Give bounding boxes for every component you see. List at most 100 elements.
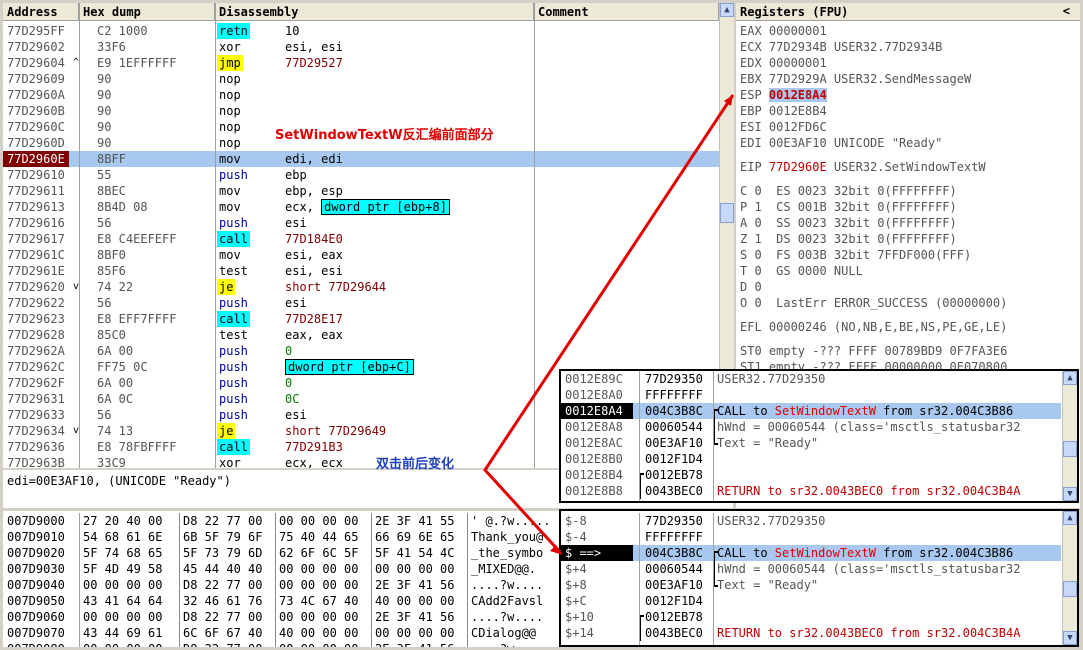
stack-comment: RETURN to sr32.0043BEC0 from sr32.004C3B…: [717, 484, 1021, 498]
stack-row[interactable]: $-8 77D29350 USER32.77D29350: [561, 513, 1061, 529]
memory-operand: dword ptr [ebp+8]: [321, 199, 450, 215]
register-line[interactable]: ESP 0012E8A4: [740, 87, 827, 103]
register-line[interactable]: EFL 00000246 (NO,NB,E,BE,NS,PE,GE,LE): [740, 319, 1007, 335]
dump-row[interactable]: 007D9050 43 41 64 64 32 46 61 76 73 4C 67 4…: [3, 593, 563, 609]
scroll-thumb[interactable]: [1063, 581, 1077, 597]
dump-row[interactable]: 007D9030 5F 4D 49 58 45 44 40 40 00 00 00 0…: [3, 561, 563, 577]
function-name[interactable]: SetWindowTextW: [775, 404, 876, 418]
dump-hex-group: 00 00 00 00: [83, 641, 162, 647]
stack-row[interactable]: $+4 00060544 hWnd = 00060544 (class='msctl…: [561, 561, 1061, 577]
register-line[interactable]: ECX 77D2934B USER32.77D2934B: [740, 39, 942, 55]
col-comment-header[interactable]: Comment: [534, 3, 719, 21]
register-line[interactable]: Z 1 DS 0023 32bit 0(FFFFFFFF): [740, 231, 957, 247]
disasm-row[interactable]: 77D2960B 90 nop: [3, 103, 719, 119]
col-hex-header[interactable]: Hex dump: [79, 3, 215, 21]
scroll-up-icon[interactable]: ▲: [1063, 371, 1077, 385]
disasm-row[interactable]: 77D29628 85C0 test eax, eax: [3, 327, 719, 343]
disasm-row[interactable]: 77D2960A 90 nop: [3, 87, 719, 103]
hex-cell: 56: [97, 408, 112, 422]
register-line[interactable]: C 0 ES 0023 32bit 0(FFFFFFFF): [740, 183, 957, 199]
dump-row[interactable]: 007D9020 5F 74 68 65 5F 73 79 6D 62 6F 6C 5…: [3, 545, 563, 561]
disasm-row[interactable]: 77D2961E 85F6 test esi, esi: [3, 263, 719, 279]
disasm-row[interactable]: 77D29610 55 push ebp: [3, 167, 719, 183]
dump-row[interactable]: 007D9010 54 68 61 6E 6B 5F 79 6F 75 40 44 6…: [3, 529, 563, 545]
dump-row[interactable]: 007D9060 00 00 00 00 D8 22 77 00 00 00 00 0…: [3, 609, 563, 625]
dump-row[interactable]: 007D9000 27 20 40 00 D8 22 77 00 00 00 00 0…: [3, 513, 563, 529]
disasm-row[interactable]: 77D2962A 6A 00 push 0: [3, 343, 719, 359]
disasm-row[interactable]: 77D29611 8BEC mov ebp, esp: [3, 183, 719, 199]
register-line[interactable]: EDI 00E3AF10 UNICODE "Ready": [740, 135, 942, 151]
register-line[interactable]: T 0 GS 0000 NULL: [740, 263, 863, 279]
disasm-row[interactable]: 77D29620 v 74 22 je short 77D29644: [3, 279, 719, 295]
scroll-down-icon[interactable]: ▼: [1063, 487, 1077, 501]
disasm-row[interactable]: 77D29623 E8 EFF7FFFF call 77D28E17: [3, 311, 719, 327]
dump-row[interactable]: 007D9080 00 00 00 00 D8 22 77 00 00 00 00 0…: [3, 641, 563, 647]
dump-row[interactable]: 007D9040 00 00 00 00 D8 22 77 00 00 00 00 0…: [3, 577, 563, 593]
stack-row[interactable]: $+14 0043BEC0 RETURN to sr32.0043BEC0 from…: [561, 625, 1061, 641]
scroll-thumb[interactable]: [720, 203, 734, 223]
operand: 77D184E0: [285, 232, 343, 246]
col-disasm-header[interactable]: Disassembly: [215, 3, 534, 21]
stack-row[interactable]: 0012E8B4 0012EB78: [561, 467, 1061, 485]
register-line[interactable]: EDX 00000001: [740, 55, 827, 71]
dump-hex-group: 43 41 64 64: [83, 594, 163, 608]
register-line[interactable]: EAX 00000001: [740, 23, 827, 39]
register-line[interactable]: EIP 77D2960E USER32.SetWindowTextW: [740, 159, 986, 175]
register-line[interactable]: S 0 FS 003B 32bit 7FFDF000(FFF): [740, 247, 971, 263]
stack-scrollbar[interactable]: ▲ ▼: [1062, 371, 1077, 501]
registers-title[interactable]: Registers (FPU): [736, 3, 1080, 21]
stack-pane-before[interactable]: 0012E89C 77D29350 USER32.77D29350 0012E8A0 F…: [559, 369, 1079, 503]
register-line[interactable]: EBP 0012E8B4: [740, 103, 827, 119]
stack-row[interactable]: $-4 FFFFFFFF: [561, 529, 1061, 545]
stack-row[interactable]: 0012E8A8 00060544 hWnd = 00060544 (class='…: [561, 419, 1061, 435]
stack-pane-after[interactable]: $-8 77D29350 USER32.77D29350 $-4 FFFFFFFF $ =…: [559, 509, 1079, 647]
register-line[interactable]: ST0 empty -??? FFFF 00789BD9 0F7FA3E6: [740, 343, 1007, 359]
address-cell: 77D29604: [7, 56, 65, 70]
register-line[interactable]: D 0: [740, 279, 762, 295]
register-line[interactable]: EBX 77D2929A USER32.SendMessageW: [740, 71, 971, 87]
hex-dump-pane[interactable]: 007D9000 27 20 40 00 D8 22 77 00 00 00 00 0…: [3, 511, 563, 647]
hex-cell: E8 EFF7FFFF: [97, 312, 177, 326]
scroll-down-icon[interactable]: ▼: [1063, 631, 1077, 645]
stack-row[interactable]: 0012E8B8 0043BEC0 RETURN to sr32.0043BEC0 …: [561, 483, 1061, 499]
stack-divider: [639, 513, 640, 645]
col-address-header[interactable]: Address: [3, 3, 79, 21]
dump-hex-group: 43 44 69 61: [83, 626, 163, 640]
stack-row[interactable]: $+C 0012F1D4: [561, 593, 1061, 609]
disasm-row[interactable]: 77D2960E 8BFF mov edi, edi: [3, 151, 719, 167]
scroll-thumb[interactable]: [1063, 441, 1077, 457]
dump-hex-group: 00 00 00 00: [275, 513, 358, 529]
stack-scrollbar[interactable]: ▲ ▼: [1062, 511, 1077, 645]
disasm-row[interactable]: 77D2961C 8BF0 mov esi, eax: [3, 247, 719, 263]
stack-address: $+14: [565, 626, 594, 640]
register-line[interactable]: O 0 LastErr ERROR_SUCCESS (00000000): [740, 295, 1007, 311]
register-line[interactable]: A 0 SS 0023 32bit 0(FFFFFFFF): [740, 215, 957, 231]
register-line[interactable]: P 1 CS 001B 32bit 0(FFFFFFFF): [740, 199, 957, 215]
stack-row[interactable]: $+8 00E3AF10 Text = "Ready": [561, 577, 1061, 593]
stack-row[interactable]: 0012E89C 77D29350 USER32.77D29350: [561, 371, 1061, 387]
disasm-row[interactable]: 77D295FF C2 1000 retn 10: [3, 23, 719, 39]
disasm-row[interactable]: 77D29604 ^ E9 1EFFFFFF jmp 77D29527: [3, 55, 719, 71]
stack-row[interactable]: 0012E8A0 FFFFFFFF: [561, 387, 1061, 403]
scroll-up-icon[interactable]: ▲: [720, 3, 734, 17]
register-line[interactable]: ESI 0012FD6C: [740, 119, 827, 135]
stack-address: $-4: [565, 530, 587, 544]
scroll-up-icon[interactable]: ▲: [1063, 511, 1077, 525]
stack-row[interactable]: 0012E8B0 0012F1D4: [561, 451, 1061, 467]
stack-row[interactable]: 0012E8A4 004C3B8C CALL to SetWindowTextW f…: [561, 403, 1061, 421]
disasm-row[interactable]: 77D29609 90 nop: [3, 71, 719, 87]
disasm-row[interactable]: 77D29617 E8 C4EEFEFF call 77D184E0: [3, 231, 719, 247]
stack-row[interactable]: $+10 0012EB78: [561, 609, 1061, 627]
disasm-row[interactable]: 77D29616 56 push esi: [3, 215, 719, 231]
esp-value[interactable]: 0012E8A4: [768, 88, 827, 102]
collapse-icon[interactable]: <: [1063, 4, 1070, 18]
disasm-row[interactable]: 77D29622 56 push esi: [3, 295, 719, 311]
disasm-row[interactable]: 77D29602 33F6 xor esi, esi: [3, 39, 719, 55]
function-name[interactable]: SetWindowTextW: [775, 546, 876, 560]
stack-row[interactable]: 0012E8AC 00E3AF10 Text = "Ready": [561, 435, 1061, 451]
disasm-row[interactable]: 77D29613 8B4D 08 mov ecx, dword ptr [ebp+8]: [3, 199, 719, 215]
eip-value[interactable]: 77D2960E: [769, 160, 827, 174]
stack-value: 004C3B8C: [645, 546, 703, 560]
stack-row[interactable]: $ ==> 004C3B8C CALL to SetWindowTextW from…: [561, 545, 1061, 563]
dump-row[interactable]: 007D9070 43 44 69 61 6C 6F 67 40 40 00 00 0…: [3, 625, 563, 641]
